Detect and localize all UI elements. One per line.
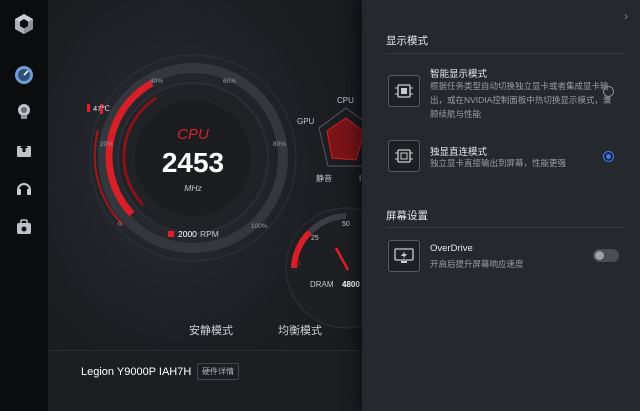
discrete-gpu-mode-desc: 独立显卡直接输出到屏幕，性能更强 — [430, 158, 567, 168]
collapse-chevron-icon[interactable]: › — [624, 9, 628, 23]
radar-label-quiet: 静音 — [316, 173, 332, 183]
screen-settings-title: 屏幕设置 — [386, 210, 428, 222]
hardware-details-button[interactable]: 硬件详情 — [197, 363, 239, 380]
gauge-tick-100: 100% — [251, 223, 268, 230]
gauge-tick-20: 20% — [100, 141, 113, 148]
toggle-knob — [595, 251, 604, 260]
overdrive-title: OverDrive — [430, 243, 473, 254]
left-sidebar — [0, 0, 48, 411]
legion-vantage-window: 0 20% 40% 60% 80% 100% 47℃ CPU 2453 MHz … — [0, 0, 640, 411]
gauge-tick-40: 40% — [150, 78, 163, 85]
monitor-overdrive-icon — [388, 240, 420, 272]
cpu-frequency-value: 2453 — [162, 147, 224, 178]
divider — [386, 53, 626, 54]
device-info-bar: Legion Y9000P IAH7H 硬件详情 — [48, 350, 362, 411]
discrete-gpu-chip-icon — [388, 140, 420, 172]
toolbox-icon[interactable] — [0, 207, 48, 247]
smart-display-mode-desc: 根据任务类型自动切换独立显卡或者集成显卡输出，或在NVIDIA控制面板中热切换显… — [430, 81, 612, 119]
display-mode-title: 显示模式 — [386, 35, 428, 47]
smart-display-mode-title: 智能显示模式 — [430, 69, 488, 80]
dashboard-gauge-icon[interactable] — [0, 55, 48, 95]
fan-speed-unit: RPM — [200, 229, 219, 239]
dram-value: 4800 — [342, 280, 360, 289]
gauge-tick-80: 80% — [273, 141, 286, 148]
radar-label-cut: I — [359, 174, 361, 183]
divider — [386, 227, 626, 228]
headset-icon[interactable] — [0, 168, 48, 208]
fan-icon — [168, 231, 174, 237]
cpu-temperature: 47℃ — [93, 104, 110, 113]
quiet-mode-tab[interactable]: 安静模式 — [189, 322, 233, 338]
upload-icon[interactable] — [0, 130, 48, 170]
performance-radar — [318, 107, 362, 167]
discrete-gpu-mode-radio[interactable] — [603, 151, 614, 162]
smart-display-mode-radio[interactable] — [603, 86, 614, 97]
radar-label-cpu: CPU — [337, 96, 354, 105]
lightbulb-icon[interactable] — [0, 92, 48, 132]
device-model-name: Legion Y9000P IAH7H — [81, 366, 192, 378]
overdrive-toggle[interactable] — [593, 249, 619, 262]
fan-speed-value: 2000 — [178, 229, 197, 239]
dram-tick-0: 0 — [296, 261, 300, 268]
radar-label-gpu: GPU — [297, 117, 315, 126]
balanced-mode-tab[interactable]: 均衡模式 — [278, 322, 322, 338]
display-settings-panel: › 显示模式 智能显示模式 根据任务类型自动切换独立显卡或者集成显卡输出，或在N… — [362, 0, 640, 411]
cpu-frequency-unit: MHz — [184, 183, 202, 193]
dram-label: DRAM — [310, 280, 334, 289]
smart-display-chip-icon — [388, 75, 420, 107]
cpu-label: CPU — [177, 126, 209, 143]
cube-logo-icon[interactable] — [0, 0, 48, 48]
gauge-tick-60: 60% — [223, 78, 236, 85]
dram-tick-25: 25 — [311, 235, 319, 242]
dram-tick-50: 50 — [342, 221, 350, 228]
thermometer-icon — [87, 104, 90, 112]
overdrive-desc: 开启后提升屏幕响应速度 — [430, 259, 524, 269]
gauge-tick-0: 0 — [118, 221, 122, 228]
dram-gauge — [285, 207, 362, 329]
